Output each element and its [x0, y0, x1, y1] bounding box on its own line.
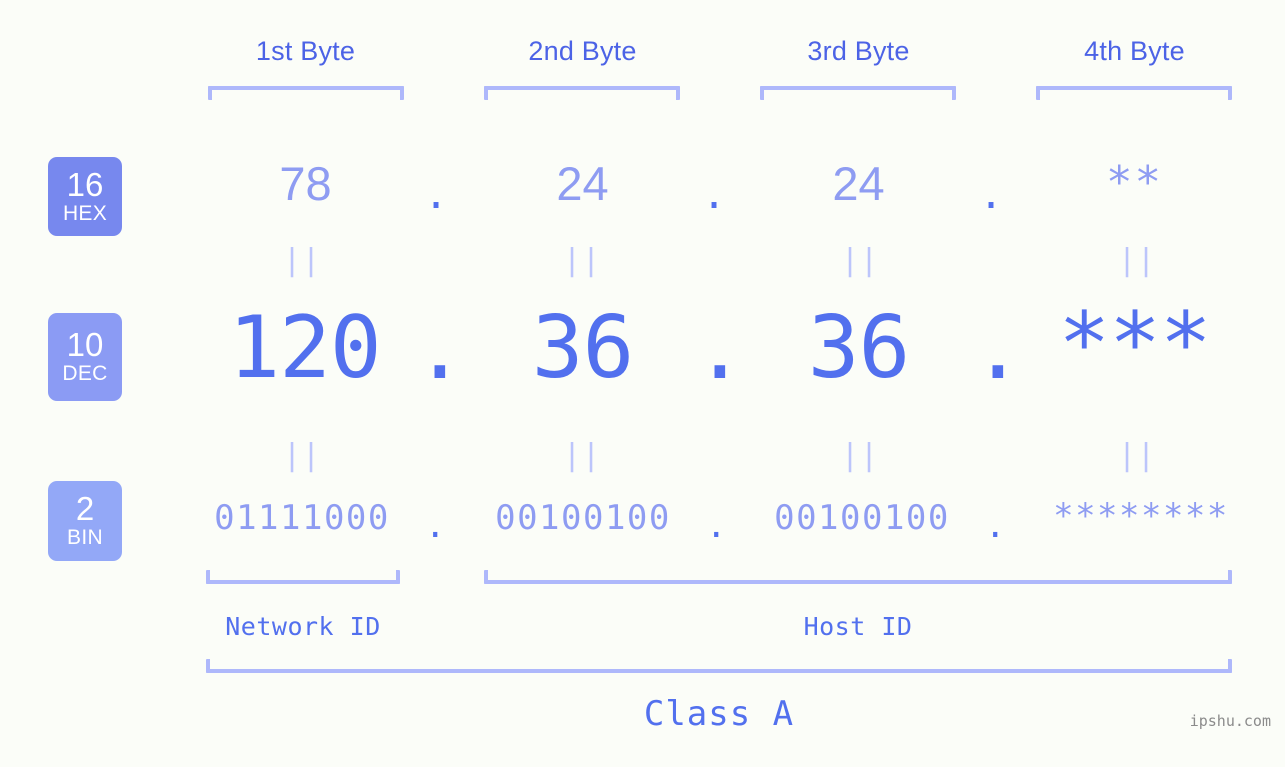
- byte-bracket-4: [1036, 86, 1232, 100]
- network-id-label: Network ID: [225, 612, 381, 641]
- hex-byte-3-value: 24: [832, 157, 885, 210]
- byte-bracket-2: [484, 86, 680, 100]
- network-id-bracket: [206, 570, 400, 584]
- host-id-bracket: [484, 570, 1232, 584]
- dec-separator-1: .: [414, 299, 466, 399]
- bin-byte-2-value: 00100100: [495, 498, 671, 538]
- radix-badge-dec[interactable]: 10 DEC: [48, 313, 122, 401]
- dec-byte-3-value: 36: [807, 298, 911, 398]
- radix-badge-bin-name: BIN: [67, 526, 103, 549]
- bin-byte-3-value: 00100100: [774, 498, 950, 538]
- hex-separator-1: .: [424, 172, 449, 218]
- radix-badge-dec-name: DEC: [62, 362, 108, 385]
- equality-mark-hex-dec-2: ||: [562, 243, 602, 278]
- byte-bracket-3: [760, 86, 956, 100]
- radix-badge-dec-number: 10: [66, 326, 104, 363]
- radix-badge-bin[interactable]: 2 BIN: [48, 481, 122, 561]
- bin-separator-2: .: [706, 506, 727, 546]
- equality-mark-hex-dec-3: ||: [840, 243, 880, 278]
- site-watermark: ipshu.com: [1189, 712, 1271, 730]
- radix-badge-hex-number: 16: [66, 165, 104, 203]
- ip-address-breakdown-diagram: 1st Byte 2nd Byte 3rd Byte 4th Byte 16 H…: [0, 0, 1285, 767]
- byte-header-4: 4th Byte: [1084, 36, 1185, 66]
- dec-byte-2-value: 36: [531, 298, 635, 398]
- bin-separator-1: .: [425, 506, 446, 546]
- equality-mark-dec-bin-4: ||: [1117, 438, 1157, 473]
- equality-mark-dec-bin-2: ||: [562, 438, 602, 473]
- hex-separator-2: .: [702, 172, 727, 218]
- byte-header-1: 1st Byte: [255, 36, 356, 66]
- radix-badge-hex-name: HEX: [62, 201, 108, 225]
- dec-separator-3: .: [972, 299, 1024, 399]
- equality-mark-dec-bin-1: ||: [282, 438, 322, 473]
- byte-bracket-1: [208, 86, 404, 100]
- equality-mark-dec-bin-3: ||: [840, 438, 880, 473]
- hex-byte-4-value: **: [1106, 157, 1163, 208]
- bin-separator-3: .: [985, 506, 1006, 546]
- radix-badge-hex[interactable]: 16 HEX: [48, 157, 122, 236]
- class-label: Class A: [643, 694, 795, 734]
- byte-header-2: 2nd Byte: [528, 36, 637, 66]
- hex-byte-1-value: 78: [279, 157, 332, 210]
- byte-header-3: 3rd Byte: [807, 36, 910, 66]
- bin-byte-1-value: 01111000: [214, 498, 390, 538]
- equality-mark-hex-dec-1: ||: [282, 243, 322, 278]
- radix-badge-bin-number: 2: [75, 490, 95, 527]
- dec-byte-4-value: ***: [1058, 294, 1211, 394]
- equality-mark-hex-dec-4: ||: [1117, 243, 1157, 278]
- bin-byte-4-value: ********: [1053, 496, 1229, 536]
- dec-byte-1-value: 120: [228, 298, 381, 398]
- dec-separator-2: .: [694, 299, 746, 399]
- hex-byte-2-value: 24: [556, 157, 609, 210]
- host-id-label: Host ID: [803, 612, 913, 641]
- hex-separator-3: .: [979, 172, 1004, 218]
- class-bracket: [206, 659, 1232, 673]
